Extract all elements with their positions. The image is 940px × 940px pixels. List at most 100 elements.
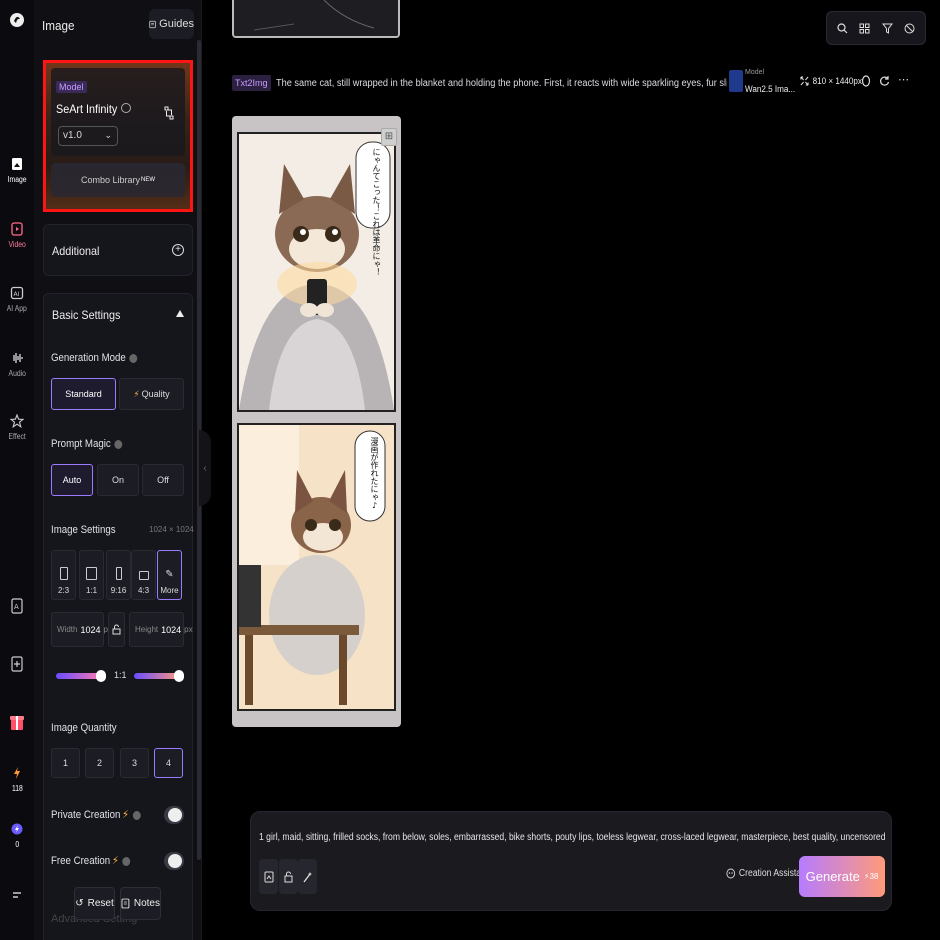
lock-ratio-button[interactable] [108, 612, 125, 647]
info-icon[interactable] [121, 103, 131, 113]
height-slider-knob[interactable] [174, 670, 184, 682]
prompt-box[interactable]: 1 girl, maid, sitting, frilled socks, fr… [250, 811, 892, 911]
model-card[interactable]: Model SeArt Infinity v1.0 ⌄ Combo Librar… [43, 60, 193, 212]
add-image-reference-button[interactable] [259, 859, 278, 894]
chevron-left-icon: ‹ [203, 462, 207, 474]
notes-label: Notes [133, 898, 160, 909]
credits-counter[interactable]: 118 [0, 766, 34, 793]
result-prompt-preview[interactable]: The same cat, still wrapped in the blank… [276, 78, 727, 89]
credits-value: 118 [11, 784, 23, 793]
nav-add-canvas[interactable] [0, 656, 34, 672]
previous-result-thumbnail[interactable] [232, 0, 400, 38]
lock-prompt-button[interactable] [279, 859, 298, 894]
generation-mode-label: Generation Mode [51, 352, 138, 364]
height-field[interactable]: Height 1024 px [129, 612, 193, 647]
ratio-shape-icon [138, 571, 149, 580]
premium-spark-icon: ⚡ [111, 855, 119, 867]
ratio-1-1[interactable]: 1:1 [79, 550, 104, 600]
combo-library-label: Combo Library [80, 175, 141, 185]
quantity-label: 3 [131, 758, 137, 768]
nav-effect-label: Effect [8, 432, 26, 441]
seed-icon[interactable] [861, 75, 871, 87]
mode-standard[interactable]: Standard [51, 378, 116, 410]
nav-effect[interactable]: Effect [0, 414, 34, 441]
generate-button[interactable]: Generate ⚡38 [799, 856, 885, 897]
private-creation-text: Private Creation [51, 809, 121, 821]
prompt-input[interactable]: 1 girl, maid, sitting, frilled socks, fr… [259, 832, 885, 843]
grid-icon[interactable] [859, 23, 870, 34]
settings-panel: Image Guides Model SeArt Infinity v1.0 ⌄… [34, 0, 202, 940]
free-creation-toggle[interactable] [164, 852, 184, 870]
version-value: v1.0 [63, 130, 82, 141]
generated-image-card[interactable]: にゃんてこった！これは革命にゃ！ 漫画が作れたにゃ♪ ⊞ [232, 116, 401, 727]
filter-icon[interactable] [881, 23, 893, 34]
add-circle-icon[interactable]: + [172, 244, 184, 256]
width-slider-knob[interactable] [96, 670, 106, 682]
mode-quality[interactable]: ⚡ Quality [119, 378, 184, 410]
swap-model-icon[interactable] [164, 106, 174, 120]
prompt-magic-off-label: Off [157, 475, 169, 485]
search-icon[interactable] [837, 22, 848, 34]
boost-counter[interactable]: 0 [0, 822, 34, 849]
creation-assistant-button[interactable]: Creation Assistant [726, 868, 808, 879]
expand-image-button[interactable]: ⊞ [381, 128, 397, 146]
nav-ai-app[interactable]: AI AI App [0, 286, 34, 313]
free-creation-label: Free Creation ⚡ [51, 854, 131, 867]
nav-gift[interactable] [0, 711, 34, 731]
guides-button[interactable]: Guides [149, 9, 194, 39]
version-select[interactable]: v1.0 ⌄ [58, 126, 118, 146]
regenerate-icon[interactable] [879, 75, 890, 87]
comic-panel-2: 漫画が作れたにゃ♪ [237, 423, 396, 711]
prompt-magic-off[interactable]: Off [142, 464, 184, 496]
width-field[interactable]: Width1024px [51, 612, 112, 647]
ratio-more[interactable]: ✎ More [157, 550, 182, 600]
top-toolbar [826, 11, 926, 45]
width-slider[interactable] [56, 670, 106, 682]
app-logo[interactable] [0, 12, 34, 28]
model-mini-name[interactable]: Wan2.5 Ima... [745, 84, 795, 94]
combo-library-button[interactable]: Combo Library NEW [51, 163, 185, 197]
nav-video[interactable]: Video [0, 222, 34, 249]
ratio-4-3[interactable]: 4:3 [131, 550, 156, 600]
image-settings-label: Image Settings [51, 524, 116, 536]
notes-button[interactable]: Notes [120, 887, 161, 920]
reset-icon: ↺ [75, 898, 84, 909]
help-icon[interactable] [122, 856, 131, 866]
nav-audio[interactable]: Audio [0, 351, 34, 378]
creation-assistant-label: Creation Assistant [738, 868, 809, 879]
quantity-label: 1 [62, 758, 68, 768]
nav-ai-app-label: AI App [6, 304, 28, 313]
image-quantity-label: Image Quantity [51, 722, 117, 734]
height-slider[interactable] [134, 670, 184, 682]
quantity-3[interactable]: 3 [120, 748, 149, 778]
nav-image[interactable]: Image [0, 157, 34, 184]
help-icon[interactable] [129, 353, 138, 363]
ratio-9-16[interactable]: 9:16 [106, 550, 131, 600]
hide-icon[interactable] [904, 23, 915, 34]
new-badge: NEW [141, 177, 156, 183]
nav-image-edit[interactable]: A [0, 598, 34, 614]
model-tag: Model [56, 81, 87, 93]
additional-section[interactable]: Additional + [43, 224, 193, 276]
lock-icon [112, 624, 121, 635]
prompt-magic-auto[interactable]: Auto [51, 464, 93, 496]
ratio-2-3[interactable]: 2:3 [51, 550, 76, 600]
additional-title: Additional [52, 244, 100, 258]
quantity-1[interactable]: 1 [51, 748, 80, 778]
help-icon[interactable] [114, 439, 123, 449]
resolution-value: 810 × 1440px [812, 76, 862, 86]
collapse-panel-handle[interactable]: ‹ [199, 430, 211, 506]
more-options-icon[interactable]: ⋯ [898, 73, 909, 86]
private-creation-toggle[interactable] [164, 806, 184, 824]
prompt-magic-label: Prompt Magic [51, 438, 123, 450]
resolution-readout: 810 × 1440px [800, 76, 862, 86]
caret-up-icon[interactable] [176, 310, 184, 317]
menu-button[interactable] [0, 890, 34, 900]
left-nav-rail: Image Video AI AI App Audio Effect A 118… [0, 0, 34, 940]
quantity-2[interactable]: 2 [85, 748, 114, 778]
magic-wand-button[interactable] [298, 859, 317, 894]
reset-button[interactable]: ↺ Reset [74, 887, 115, 920]
quantity-4[interactable]: 4 [154, 748, 183, 778]
help-icon[interactable] [132, 810, 141, 820]
prompt-magic-on[interactable]: On [97, 464, 139, 496]
